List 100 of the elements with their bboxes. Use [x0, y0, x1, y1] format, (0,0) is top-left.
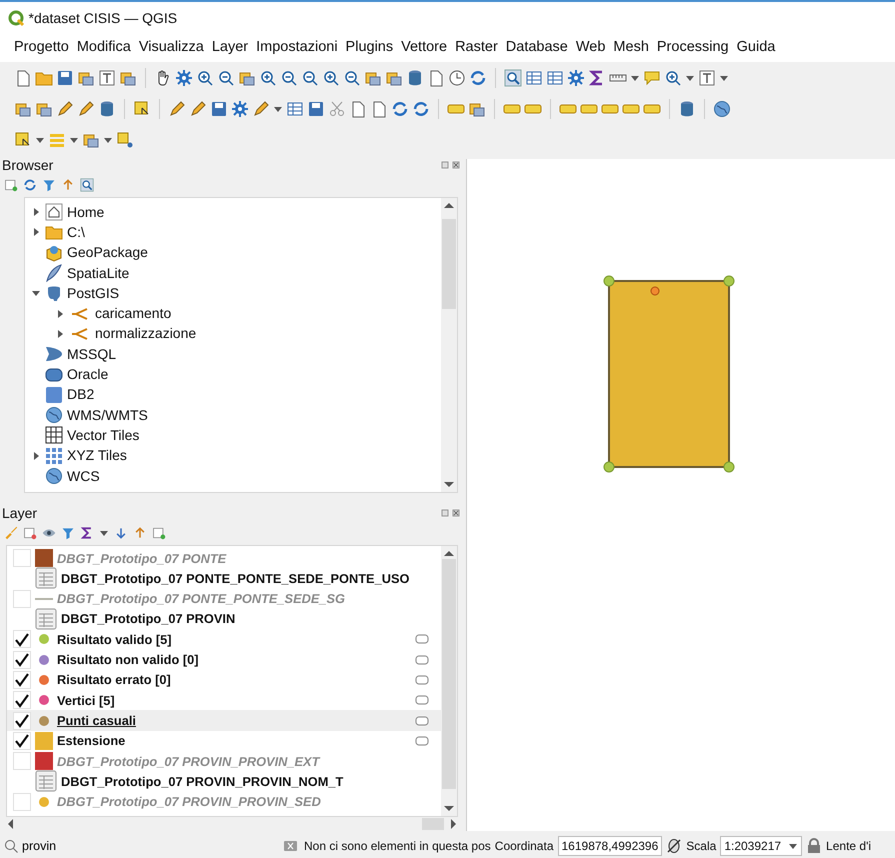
scroll-left-icon[interactable]	[6, 818, 16, 830]
gear-icon[interactable]	[175, 68, 193, 86]
tree-item[interactable]: WMS/WMTS	[67, 404, 148, 426]
caret-icon[interactable]	[273, 104, 283, 112]
checkbox[interactable]	[13, 549, 31, 568]
identify-icon[interactable]	[80, 178, 94, 192]
refresh-icon[interactable]	[412, 100, 430, 118]
scroll-up-icon[interactable]	[443, 201, 455, 209]
identify-icon[interactable]	[504, 68, 522, 86]
save-icon[interactable]	[56, 68, 74, 86]
clear-icon[interactable]	[281, 840, 297, 852]
tree-item[interactable]: GeoPackage	[67, 242, 148, 264]
indicator-icon[interactable]	[415, 695, 429, 706]
pencil-icon[interactable]	[252, 100, 270, 118]
layer-row[interactable]: DBGT_Prototipo_07 PONTE_PONTE_SEDE_PONTE_USO	[7, 568, 441, 589]
tree-item[interactable]: SpatiaLite	[67, 262, 130, 284]
scrollbar-thumb[interactable]	[442, 559, 456, 789]
text-icon[interactable]	[698, 68, 716, 86]
checkbox[interactable]	[13, 691, 31, 710]
scroll-right-icon[interactable]	[448, 818, 458, 830]
refresh-icon[interactable]	[23, 178, 37, 192]
tree-item[interactable]: MSSQL	[67, 344, 116, 365]
table-icon[interactable]	[286, 100, 304, 118]
checkbox[interactable]	[13, 590, 31, 608]
close-icon[interactable]	[452, 161, 460, 169]
caret-icon[interactable]	[719, 74, 729, 82]
caret-icon[interactable]	[103, 136, 113, 144]
scale-combobox[interactable]: 1:2039217	[720, 836, 802, 856]
checkbox[interactable]	[13, 732, 31, 750]
text-icon[interactable]	[98, 68, 116, 86]
pencil-icon[interactable]	[168, 100, 186, 118]
zoom-out-icon[interactable]	[301, 68, 319, 86]
database-icon[interactable]	[98, 100, 116, 118]
tree-item[interactable]: Vector Tiles	[67, 424, 140, 446]
zoom-in-icon[interactable]	[322, 68, 340, 86]
refresh-icon[interactable]	[469, 68, 487, 86]
pencil-icon[interactable]	[189, 100, 207, 118]
indicator-icon[interactable]	[415, 634, 429, 644]
sigma-icon[interactable]	[80, 526, 94, 540]
expand-arrow-icon[interactable]	[55, 308, 65, 319]
database-icon[interactable]	[406, 68, 424, 86]
menu-item[interactable]: Layer	[208, 35, 252, 61]
up-arrow-icon[interactable]	[61, 178, 75, 192]
close-icon[interactable]	[452, 509, 460, 517]
tree-item[interactable]: Home	[67, 202, 104, 223]
caret-icon[interactable]	[69, 136, 79, 144]
tree-item[interactable]: PostGIS	[67, 282, 120, 304]
zoom-out-icon[interactable]	[280, 68, 298, 86]
menu-item[interactable]: Raster	[451, 35, 502, 61]
database-icon[interactable]	[678, 100, 696, 118]
table-icon[interactable]	[525, 68, 543, 86]
layer-icon[interactable]	[23, 526, 37, 540]
layer-row[interactable]: DBGT_Prototipo_07 PROVIN_PROVIN_NOM_T	[7, 771, 441, 792]
menu-item[interactable]: Modifica	[72, 35, 135, 61]
collapse-arrow-icon[interactable]	[31, 288, 41, 298]
scroll-up-icon[interactable]	[443, 549, 455, 557]
indicator-icon[interactable]	[415, 736, 429, 746]
pin-icon[interactable]	[116, 130, 134, 148]
indicator-icon[interactable]	[415, 716, 429, 726]
tree-item[interactable]: C:\	[67, 222, 85, 243]
checkbox[interactable]	[13, 792, 31, 811]
layer-row[interactable]: Risultato errato [0]	[7, 670, 441, 690]
pencil-icon[interactable]	[77, 100, 95, 118]
selection-icon[interactable]	[14, 130, 32, 148]
selection-icon[interactable]	[133, 100, 151, 118]
menu-item[interactable]: Web	[572, 35, 610, 61]
save-icon[interactable]	[307, 100, 325, 118]
refresh-icon[interactable]	[391, 100, 409, 118]
speech-bubble-icon[interactable]	[643, 68, 661, 86]
filter-icon[interactable]	[42, 178, 56, 192]
clock-icon[interactable]	[448, 68, 466, 86]
caret-icon[interactable]	[35, 136, 45, 144]
layer-row[interactable]: Punti casuali	[7, 710, 441, 731]
zoom-in-icon[interactable]	[196, 68, 214, 86]
expand-arrow-icon[interactable]	[31, 207, 41, 218]
gear-icon[interactable]	[231, 100, 249, 118]
down-arrow-icon[interactable]	[114, 526, 128, 540]
layer-row[interactable]: Estensione	[7, 730, 441, 751]
caret-icon[interactable]	[630, 74, 640, 82]
checkbox[interactable]	[13, 650, 31, 669]
indicator-icon[interactable]	[415, 654, 429, 665]
indicator-icon[interactable]	[415, 674, 429, 685]
tree-item[interactable]: caricamento	[95, 303, 172, 324]
lock-icon[interactable]	[806, 838, 822, 854]
layer-row[interactable]: Vertici [5]	[7, 690, 441, 710]
tree-item[interactable]: DB2	[67, 384, 94, 406]
menu-item[interactable]: Processing	[652, 35, 733, 61]
caret-icon[interactable]	[685, 74, 695, 82]
menu-item[interactable]: Guida	[732, 35, 780, 61]
up-arrow-icon[interactable]	[133, 526, 147, 540]
scroll-down-icon[interactable]	[443, 481, 455, 489]
zoom-in-icon[interactable]	[259, 68, 277, 86]
menu-item[interactable]: Plugins	[342, 35, 398, 61]
globe-icon[interactable]	[713, 100, 731, 118]
scroll-down-icon[interactable]	[443, 805, 455, 813]
menu-item[interactable]: Impostazioni	[252, 35, 342, 61]
layer-row[interactable]: Risultato valido [5]	[7, 629, 441, 650]
zoom-in-icon[interactable]	[664, 68, 682, 86]
menu-item[interactable]: Database	[502, 35, 572, 61]
menu-item[interactable]: Vettore	[397, 35, 452, 61]
